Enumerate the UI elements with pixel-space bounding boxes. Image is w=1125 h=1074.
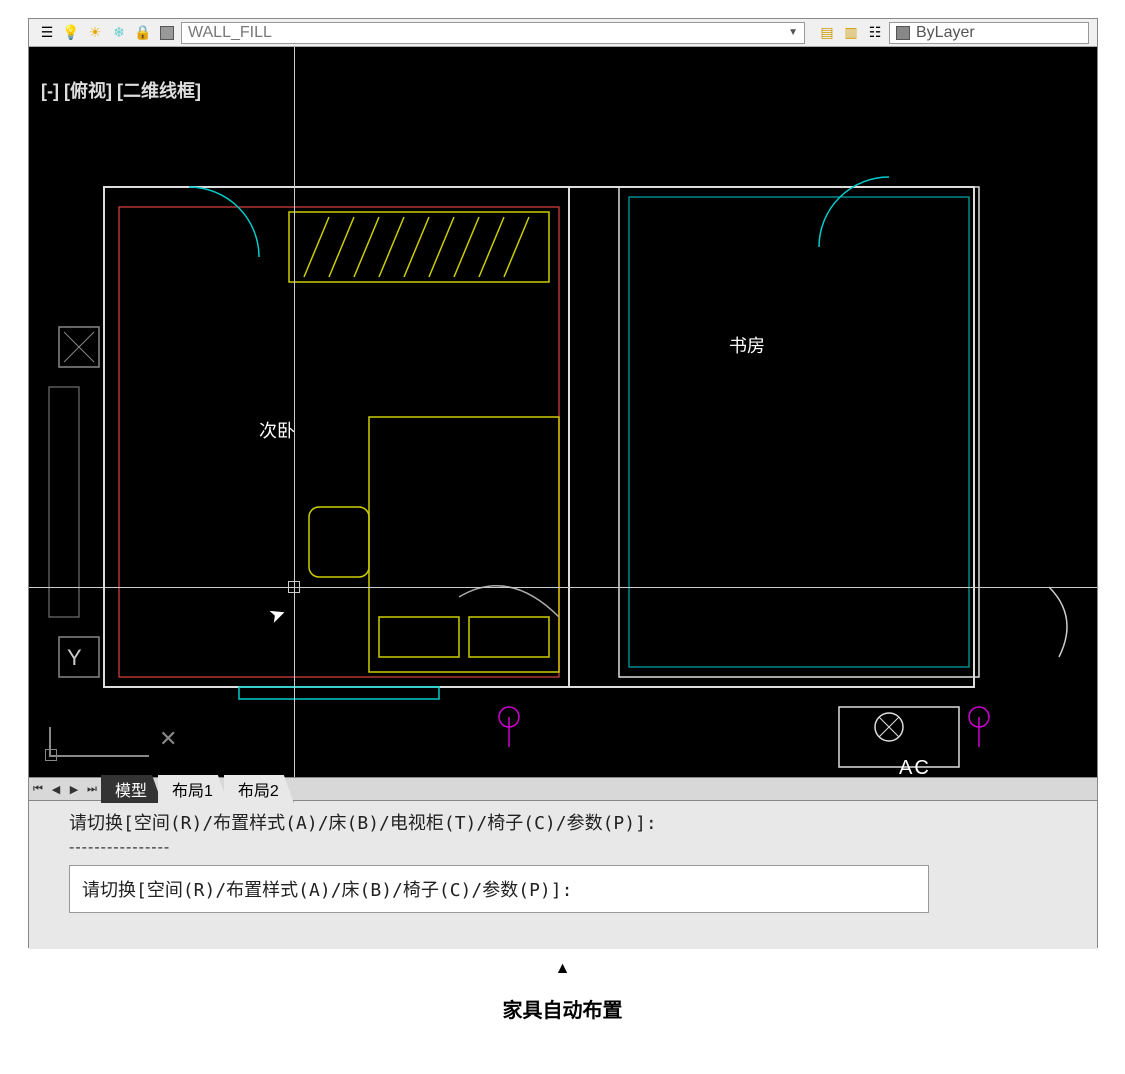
lock-icon[interactable]: 🔒 (133, 23, 153, 43)
svg-text:Y: Y (67, 645, 82, 670)
layer-states-icon[interactable]: ☷ (865, 23, 885, 43)
drawing-canvas[interactable]: [-] [俯视] [二维线框] (29, 47, 1097, 777)
bylayer-label: ByLayer (916, 24, 975, 42)
layer-toolbar: ☰ 💡 ☀ ❄ 🔒 WALL_FILL ▼ ▤ ▥ ☷ ByLayer (29, 19, 1097, 47)
tab-nav-next[interactable]: ▶ (65, 780, 83, 798)
pick-box (288, 581, 300, 593)
chevron-down-icon: ▼ (788, 27, 798, 38)
floor-plan-drawing: Y (29, 47, 1097, 777)
crosshair-vertical (294, 47, 295, 777)
command-divider: ---------------- (69, 839, 1057, 857)
caption-text: 家具自动布置 (0, 994, 1125, 1023)
room-label-study: 书房 (729, 332, 765, 358)
command-input[interactable]: 请切换[空间(R)/布置样式(A)/床(B)/椅子(C)/参数(P)]: (69, 865, 929, 913)
layer-name-label: WALL_FILL (188, 24, 272, 42)
freeze-icon[interactable]: ❄ (109, 23, 129, 43)
tab-nav-prev[interactable]: ◀ (47, 780, 65, 798)
command-line-panel: 请切换[空间(R)/布置样式(A)/床(B)/电视柜(T)/椅子(C)/参数(P… (29, 801, 1097, 949)
ucs-icon[interactable] (49, 727, 149, 757)
linetype-dropdown[interactable]: ByLayer (889, 22, 1089, 44)
figure-caption: ▲ 家具自动布置 (0, 960, 1125, 1023)
layer-previous-icon[interactable]: ▥ (841, 23, 861, 43)
command-history-line: 请切换[空间(R)/布置样式(A)/床(B)/电视柜(T)/椅子(C)/参数(P… (69, 809, 1057, 835)
crosshair-horizontal (29, 587, 1097, 588)
room-label-bedroom: 次卧 (259, 417, 295, 443)
tab-model[interactable]: 模型 (101, 775, 162, 803)
layout-tab-bar: ⏮ ◀ ▶ ⏭ 模型 布局1 布局2 (29, 777, 1097, 801)
layer-manager-icon[interactable]: ▤ (817, 23, 837, 43)
lightbulb-icon[interactable]: 💡 (61, 23, 81, 43)
tab-nav-first[interactable]: ⏮ (29, 780, 47, 798)
tab-nav-last[interactable]: ⏭ (83, 780, 101, 798)
cad-application-window: ☰ 💡 ☀ ❄ 🔒 WALL_FILL ▼ ▤ ▥ ☷ ByLayer [-] … (28, 18, 1098, 948)
layer-dropdown[interactable]: WALL_FILL ▼ (181, 22, 805, 44)
ac-unit-label: AC (899, 757, 931, 777)
properties-icon[interactable]: ☰ (37, 23, 57, 43)
linetype-swatch-icon (896, 26, 910, 40)
tab-layout2[interactable]: 布局2 (224, 775, 294, 803)
sun-icon[interactable]: ☀ (85, 23, 105, 43)
color-swatch-icon (157, 23, 177, 43)
caption-arrow-icon: ▲ (0, 960, 1125, 978)
ucs-x-marker: ✕ (159, 726, 177, 752)
tab-layout1[interactable]: 布局1 (158, 775, 228, 803)
